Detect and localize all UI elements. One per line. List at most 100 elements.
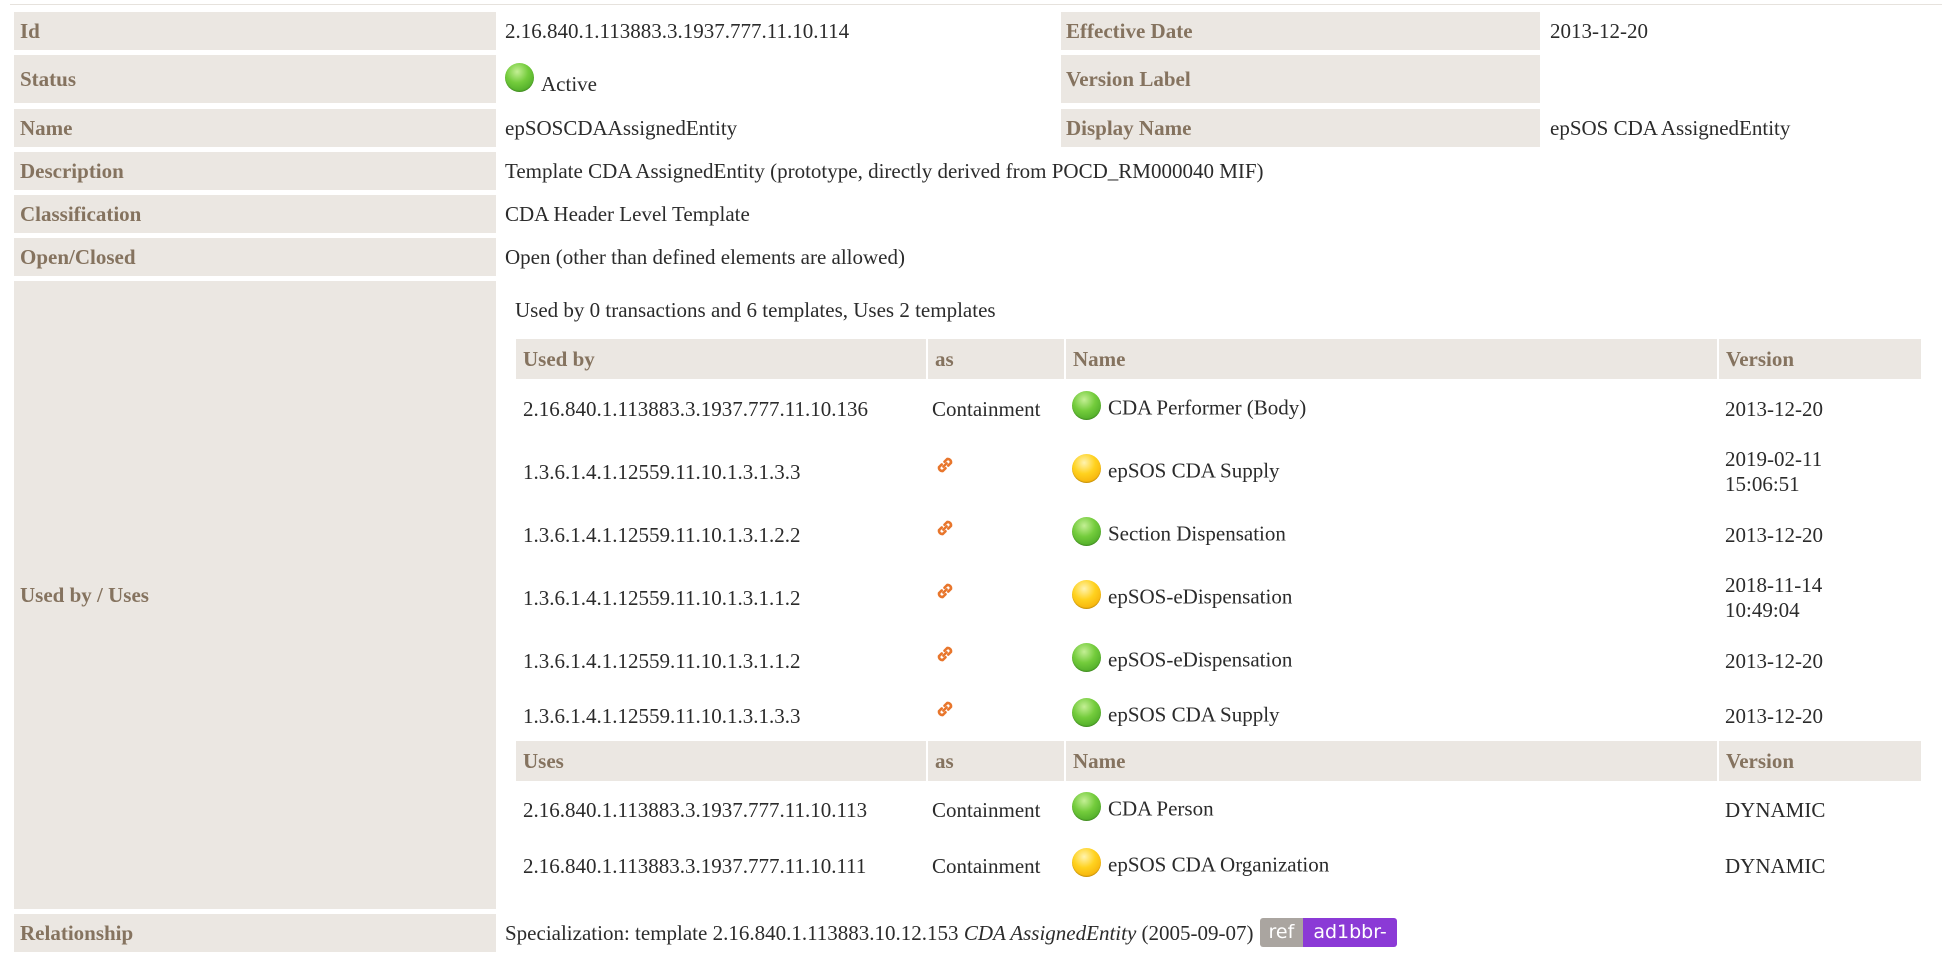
relationship-template-name[interactable]: CDA AssignedEntity (964, 921, 1136, 946)
green-status-icon (1072, 697, 1101, 727)
used-by-header: Used by (516, 339, 927, 379)
description-label: Description (14, 152, 496, 190)
template-name[interactable]: epSOS-eDispensation (1108, 647, 1292, 671)
template-id: 1.3.6.1.4.1.12559.11.10.1.3.1.1.2 (523, 648, 801, 673)
template-name-cell[interactable]: epSOS CDA Supply (1065, 691, 1718, 741)
relationship-value: Specialization: template 2.16.840.1.1138… (505, 914, 1397, 952)
relationship-date: (2005-09-07) (1141, 920, 1254, 945)
template-version: 2013-12-20 (1718, 379, 1921, 439)
ref-badge-id: ad1bbr- (1303, 917, 1397, 947)
yellow-status-icon (1072, 847, 1101, 877)
green-status-icon (1072, 791, 1101, 821)
uses-header-row: Uses as Name Version (516, 741, 1921, 781)
version-line: 2013-12-20 (1725, 396, 1823, 421)
template-name[interactable]: epSOS-eDispensation (1108, 584, 1292, 608)
id-value: 2.16.840.1.113883.3.1937.777.11.10.114 (505, 18, 850, 43)
template-name[interactable]: CDA Person (1108, 796, 1214, 820)
description-value: Template CDA AssignedEntity (prototype, … (505, 158, 1264, 183)
name-header: Name (1064, 339, 1718, 379)
template-id: 2.16.840.1.113883.3.1937.777.11.10.136 (523, 396, 868, 421)
classification-label: Classification (14, 195, 496, 233)
template-name-cell[interactable]: CDA Performer (Body) (1065, 379, 1718, 439)
template-id: 1.3.6.1.4.1.12559.11.10.1.3.1.2.2 (523, 522, 801, 547)
as-header: as (926, 741, 1065, 781)
used-by-uses-table: Used by as Name Version 2.16.840.1.11388… (516, 339, 1921, 893)
as-header: as (926, 339, 1065, 379)
template-version: 2013-12-20 (1718, 691, 1921, 741)
link-cell[interactable] (927, 631, 1065, 691)
table-row: 2.16.840.1.113883.3.1937.777.11.10.113 C… (516, 781, 1921, 839)
template-version: DYNAMIC (1725, 853, 1826, 878)
template-version: 2018-11-14 10:49:04 (1718, 565, 1921, 631)
table-row: 1.3.6.1.4.1.12559.11.10.1.3.1.3.3 epSOS … (516, 691, 1921, 741)
version-line: 10:49:04 (1725, 598, 1800, 622)
table-row: 1.3.6.1.4.1.12559.11.10.1.3.1.1.2 epSOS-… (516, 631, 1921, 691)
template-name-cell[interactable]: epSOS-eDispensation (1065, 631, 1718, 691)
template-id: 2.16.840.1.113883.3.1937.777.11.10.111 (523, 853, 867, 878)
link-cell[interactable] (927, 505, 1065, 565)
version-line: 15:06:51 (1725, 472, 1800, 496)
relation-type: Containment (932, 853, 1041, 878)
table-row: 1.3.6.1.4.1.12559.11.10.1.3.1.1.2 epSOS-… (516, 565, 1921, 631)
link-icon[interactable] (932, 578, 958, 604)
link-cell[interactable] (927, 691, 1065, 741)
green-status-icon (1072, 642, 1101, 672)
status-label: Status (14, 55, 496, 103)
template-name[interactable]: CDA Performer (Body) (1108, 395, 1306, 419)
template-name-cell[interactable]: epSOS CDA Supply (1065, 439, 1718, 505)
table-row: 1.3.6.1.4.1.12559.11.10.1.3.1.3.3 epSOS … (516, 439, 1921, 505)
link-cell[interactable] (927, 439, 1065, 505)
classification-value: CDA Header Level Template (505, 201, 750, 226)
version-line: 2013-12-20 (1725, 648, 1823, 673)
top-divider (10, 4, 1942, 5)
link-icon[interactable] (932, 641, 958, 667)
relationship-label: Relationship (14, 914, 496, 952)
table-row: 2.16.840.1.113883.3.1937.777.11.10.111 C… (516, 839, 1921, 893)
link-icon[interactable] (932, 452, 958, 478)
template-name[interactable]: epSOS CDA Supply (1108, 458, 1280, 482)
link-icon[interactable] (932, 515, 958, 541)
table-row: 2.16.840.1.113883.3.1937.777.11.10.136 C… (516, 379, 1921, 439)
template-id: 1.3.6.1.4.1.12559.11.10.1.3.1.3.3 (523, 703, 801, 728)
ref-badge-label: ref (1259, 917, 1304, 947)
template-name-cell[interactable]: epSOS CDA Organization (1065, 839, 1718, 893)
link-cell[interactable] (927, 565, 1065, 631)
status-value: Active (505, 55, 597, 103)
version-label-label: Version Label (1061, 55, 1540, 103)
relation-type: Containment (932, 797, 1041, 822)
template-name-cell[interactable]: CDA Person (1065, 781, 1718, 839)
used-by-header-row: Used by as Name Version (516, 339, 1921, 379)
template-version: 2019-02-11 15:06:51 (1718, 439, 1921, 505)
template-version: DYNAMIC (1725, 797, 1826, 822)
template-name[interactable]: epSOS CDA Supply (1108, 702, 1280, 726)
link-icon[interactable] (932, 696, 958, 722)
template-name-cell[interactable]: Section Dispensation (1065, 505, 1718, 565)
open-closed-value: Open (other than defined elements are al… (505, 244, 905, 269)
version-header: Version (1717, 339, 1921, 379)
name-label: Name (14, 109, 496, 147)
yellow-status-icon (1072, 579, 1101, 609)
relationship-prefix: Specialization: template 2.16.840.1.1138… (505, 920, 959, 945)
template-name-cell[interactable]: epSOS-eDispensation (1065, 565, 1718, 631)
ref-badge[interactable]: ref ad1bbr- (1259, 917, 1397, 947)
open-closed-label: Open/Closed (14, 238, 496, 276)
template-id: 2.16.840.1.113883.3.1937.777.11.10.113 (523, 797, 868, 822)
green-status-icon (505, 62, 534, 92)
template-name[interactable]: Section Dispensation (1108, 521, 1286, 545)
effective-date-value: 2013-12-20 (1550, 18, 1648, 43)
template-id: 1.3.6.1.4.1.12559.11.10.1.3.1.1.2 (523, 585, 801, 610)
yellow-status-icon (1072, 453, 1101, 483)
uses-header: Uses (516, 741, 927, 781)
effective-date-label: Effective Date (1061, 12, 1540, 50)
id-label: Id (14, 12, 496, 50)
version-header: Version (1717, 741, 1921, 781)
template-version: 2013-12-20 (1718, 505, 1921, 565)
version-line: 2018-11-14 (1725, 573, 1823, 597)
version-line: 2013-12-20 (1725, 703, 1823, 728)
green-status-icon (1072, 390, 1101, 420)
template-name[interactable]: epSOS CDA Organization (1108, 852, 1329, 876)
name-value: epSOSCDAAssignedEntity (505, 115, 738, 140)
green-status-icon (1072, 516, 1101, 546)
template-id: 1.3.6.1.4.1.12559.11.10.1.3.1.3.3 (523, 459, 801, 484)
name-header: Name (1064, 741, 1718, 781)
